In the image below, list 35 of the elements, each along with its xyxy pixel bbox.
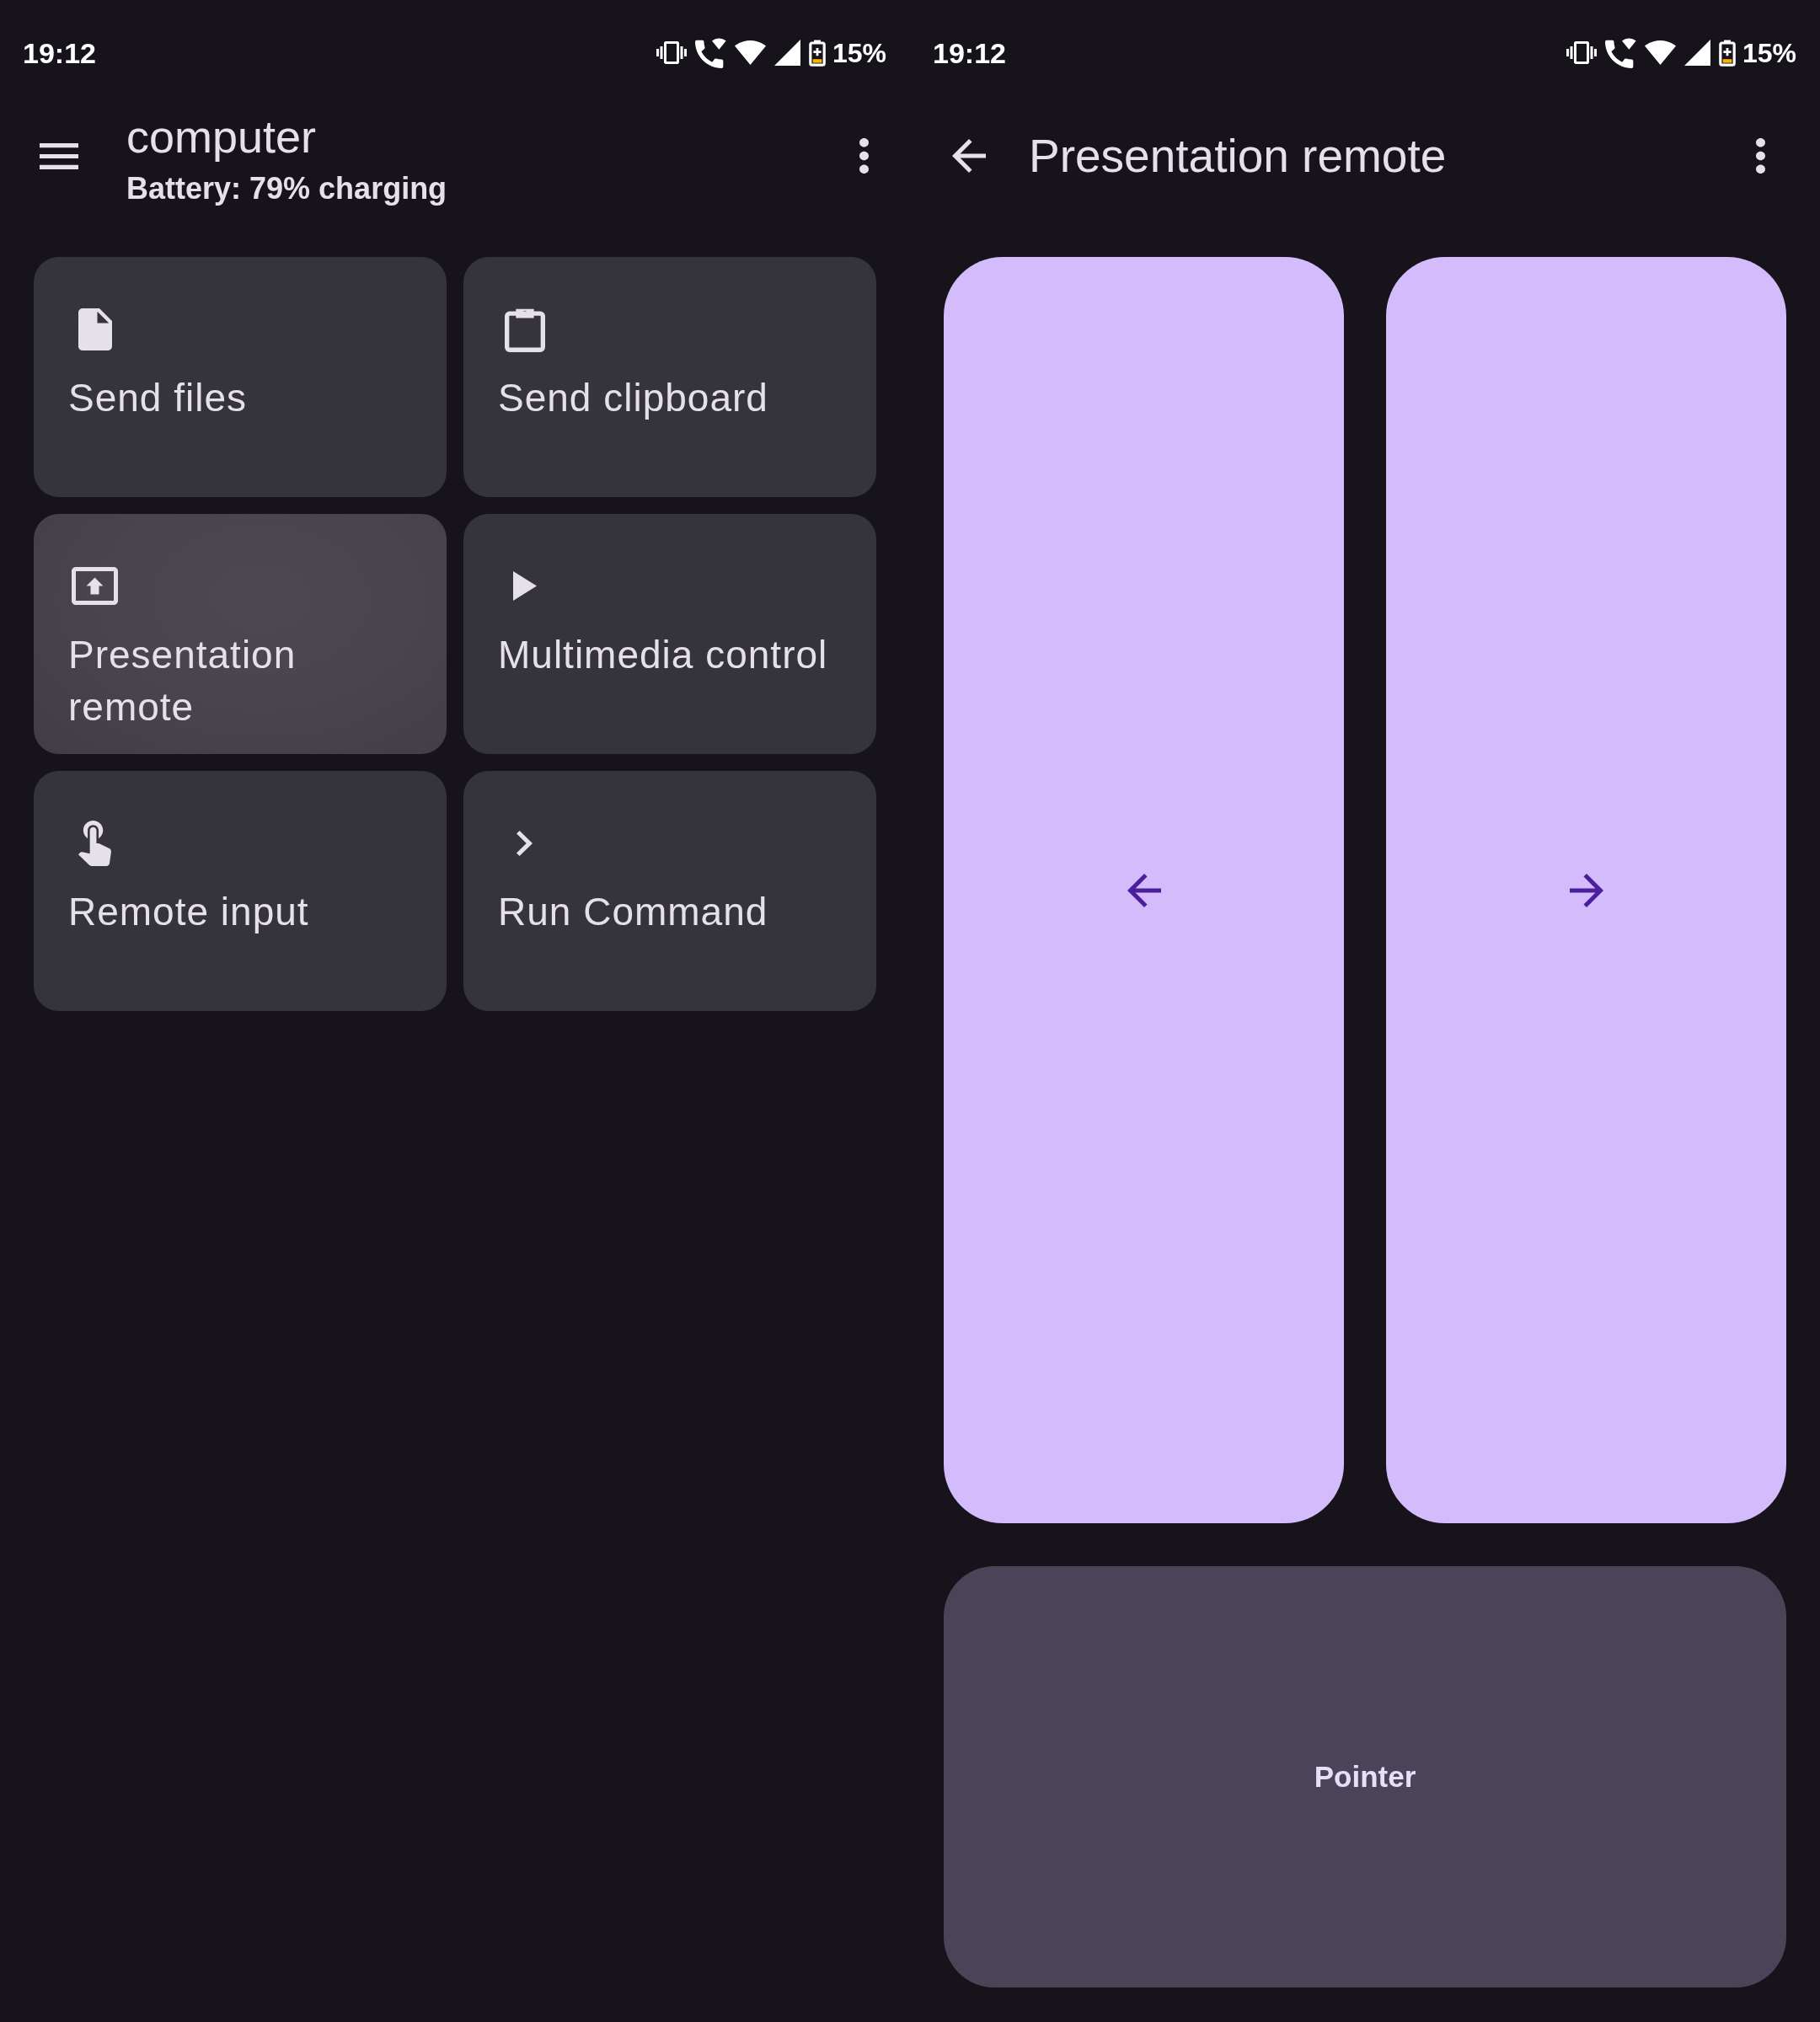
phone-wifi-icon [694,37,726,68]
plugin-tile[interactable]: Send clipboard [463,257,876,497]
plugin-tile[interactable]: Presentation remote [34,514,447,754]
signal-icon [1684,40,1710,66]
screen-up-arrow-icon [72,567,118,605]
more-options-icon[interactable] [1756,138,1765,174]
status-time: 19:12 [23,35,96,70]
signal-icon [774,40,800,66]
vibrate-icon [656,41,687,64]
back-icon[interactable] [952,139,986,173]
hand-pointer-icon [78,820,111,866]
wifi-icon [1644,40,1676,65]
menu-icon[interactable] [40,142,78,169]
plugin-tile[interactable]: Run Command [463,771,876,1011]
arrow-left-icon [1127,873,1161,907]
battery-percent: 15% [832,36,886,70]
battery-percent: 15% [1742,36,1796,70]
battery-icon [808,39,826,67]
vibrate-icon [1566,41,1597,64]
device-status: Battery: 79% charging [126,170,448,207]
plugin-tile[interactable]: Multimedia control [463,514,876,754]
screen-title: computer [126,110,318,163]
plugin-tile[interactable]: Send files [34,257,447,497]
status-time: 19:12 [933,35,1006,70]
pointer-button[interactable]: Pointer [944,1566,1786,1987]
more-options-icon[interactable] [859,138,869,174]
chevron-right-icon [517,830,533,856]
phone-wifi-icon [1604,37,1636,68]
plugin-tile[interactable]: Remote input [34,771,447,1011]
play-icon [512,571,537,601]
file-icon [78,308,112,350]
arrow-right-icon [1569,873,1603,907]
wifi-icon [734,40,766,65]
screen-title: Presentation remote [1029,129,1448,183]
battery-icon [1718,39,1736,67]
